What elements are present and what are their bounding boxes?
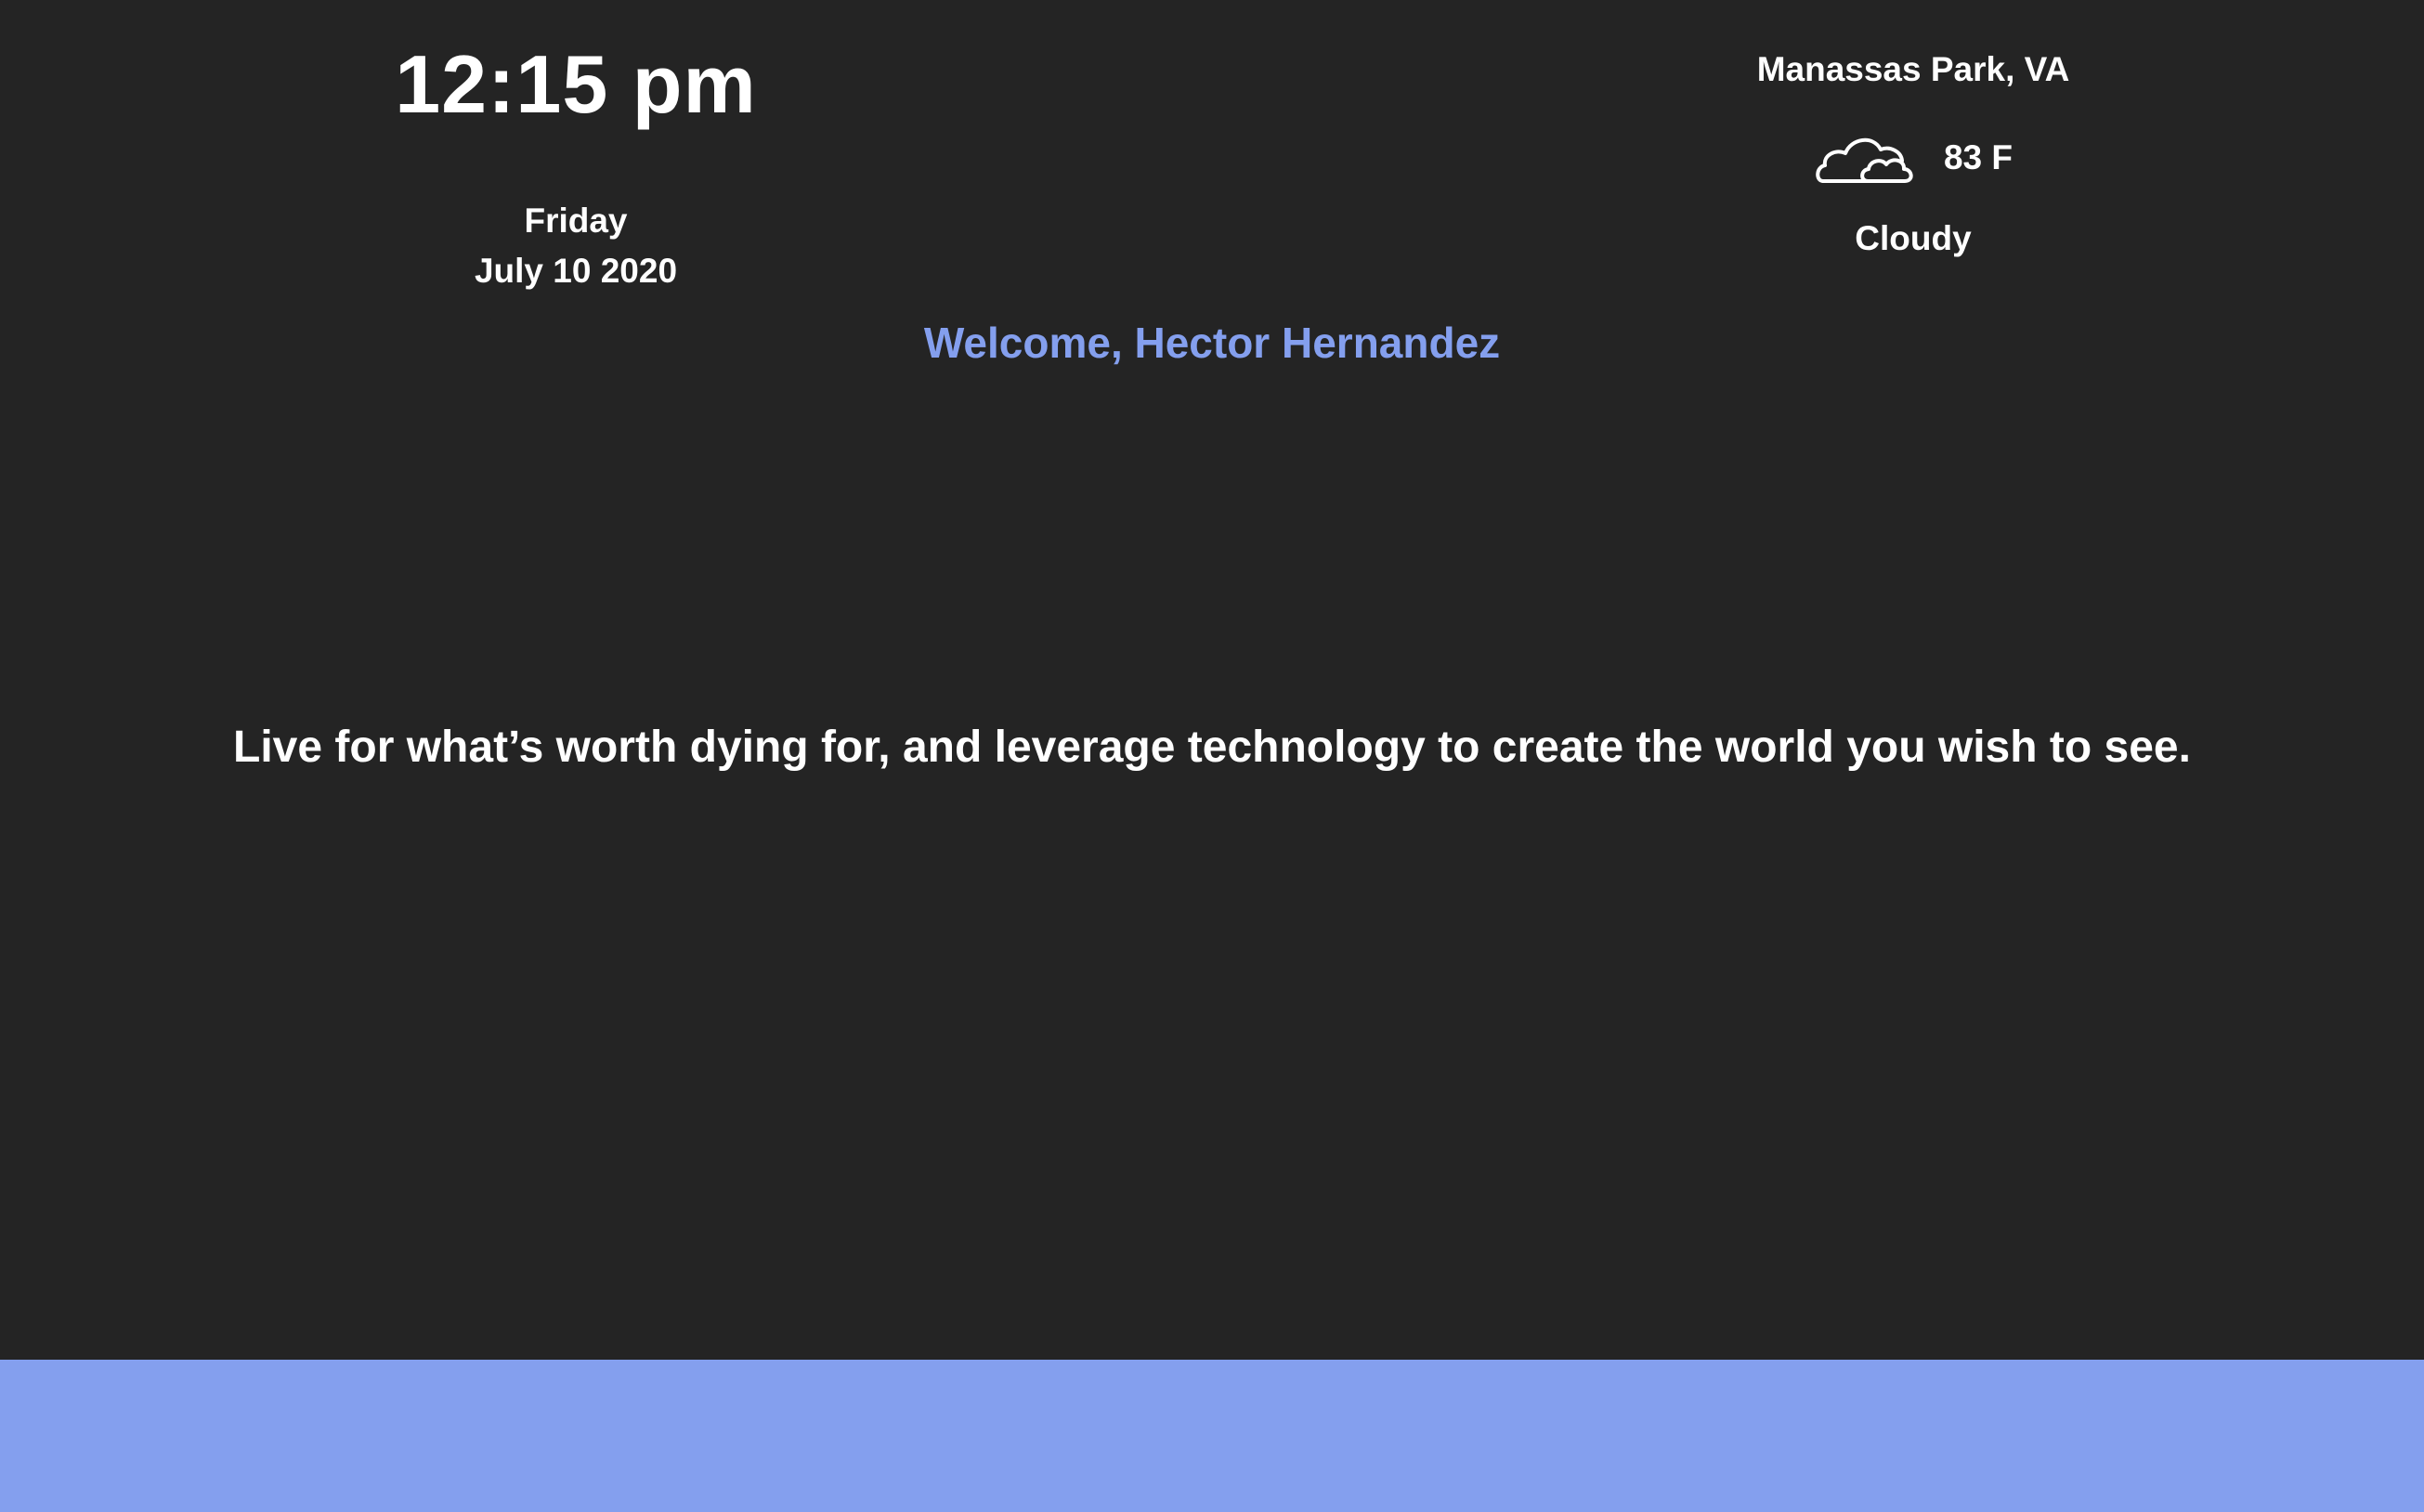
cloud-icon: [1814, 127, 1918, 189]
current-date: July 10 2020: [474, 252, 678, 290]
weather-temperature: 83 F: [1943, 138, 2013, 176]
footer-bar: [0, 1360, 2424, 1512]
clock-panel: 12:15 pm Friday July 10 2020: [297, 35, 854, 290]
weather-condition: Cloudy: [1855, 219, 1972, 257]
current-time: 12:15 pm: [395, 38, 757, 130]
welcome-message: Welcome, Hector Hernandez: [923, 319, 1501, 367]
quote-text: Live for what’s worth dying for, and lev…: [233, 723, 2191, 772]
weather-row: 83 F: [1635, 121, 2192, 195]
current-day: Friday: [524, 202, 628, 240]
weather-location: Manassas Park, VA: [1756, 50, 2070, 88]
weather-panel: Manassas Park, VA 83 F Cloudy: [1635, 46, 2192, 257]
